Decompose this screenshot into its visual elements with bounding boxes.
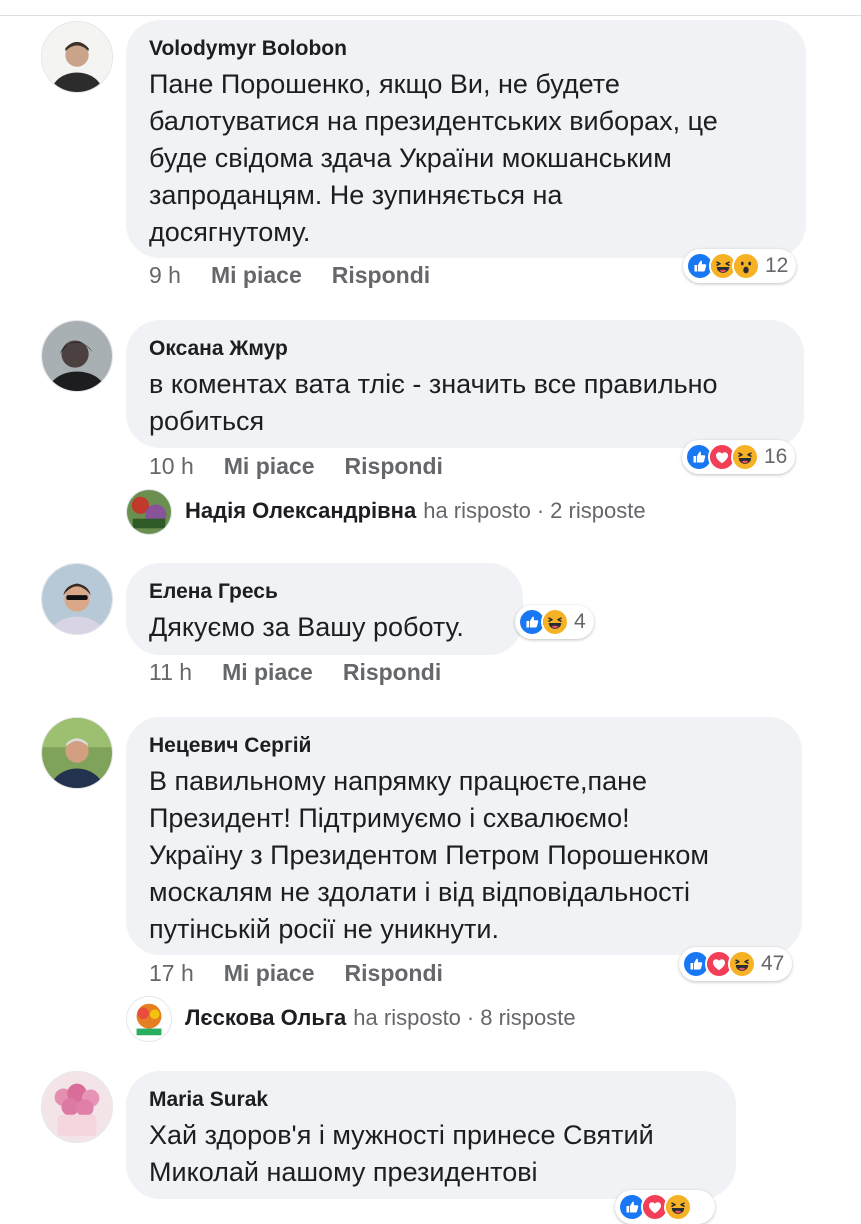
reply-count: 2 risposte xyxy=(550,498,646,523)
comment-author[interactable]: Maria Surak xyxy=(149,1087,712,1113)
top-divider xyxy=(0,15,861,16)
comment-author[interactable]: Оксана Жмур xyxy=(149,336,780,362)
comment-time[interactable]: 10 h xyxy=(149,453,194,480)
comment-bubble: Оксана Жмур в коментах вата тліє - значи… xyxy=(126,320,804,448)
reaction-count: 47 xyxy=(761,952,785,975)
comment-text: в коментах вата тліє - значить все прави… xyxy=(149,369,718,436)
reactions-summary[interactable]: 47 xyxy=(679,947,793,981)
reactions-summary[interactable]: 16 xyxy=(682,440,796,474)
comment-actions: 9 h Mi piace Rispondi xyxy=(149,262,430,289)
comment-time[interactable]: 9 h xyxy=(149,262,181,289)
like-button[interactable]: Mi piace xyxy=(224,453,315,480)
comment-bubble: Volodymyr Bolobon Пане Порошенко, якщо В… xyxy=(126,20,806,258)
comment-bubble: Maria Surak Хай здоров'я і мужності прин… xyxy=(126,1071,736,1199)
avatar[interactable] xyxy=(126,996,172,1042)
view-replies-link[interactable]: Лєскова Ольга ha risposto · 8 risposte xyxy=(185,1005,576,1031)
haha-icon xyxy=(728,950,756,978)
reply-count: 8 risposte xyxy=(480,1005,576,1030)
haha-icon xyxy=(541,608,569,636)
reply-button[interactable]: Rispondi xyxy=(343,659,441,686)
comment-time[interactable]: 17 h xyxy=(149,960,194,987)
comment-actions: 11 h Mi piace Rispondi xyxy=(149,659,441,686)
reply-separator: · xyxy=(536,498,545,523)
reply-button[interactable]: Rispondi xyxy=(345,960,443,987)
comment-bubble: Нецевич Сергій В павильному напрямку пра… xyxy=(126,717,802,955)
reply-author: Надія Олександрівна xyxy=(185,498,417,523)
comment-text: Дякуємо за Вашу роботу. xyxy=(149,612,464,642)
reaction-count: 16 xyxy=(764,445,788,468)
comment-actions: 17 h Mi piace Rispondi xyxy=(149,960,443,987)
wow-icon xyxy=(732,252,760,280)
comment-text: В павильному напрямку працюєте,пане През… xyxy=(149,766,709,944)
reply-separator: · xyxy=(466,1005,475,1030)
haha-icon xyxy=(664,1193,692,1221)
avatar[interactable] xyxy=(41,1071,113,1143)
reaction-count: 4 xyxy=(574,610,586,633)
reactions-summary[interactable]: 4 xyxy=(515,605,594,639)
comment-actions: 10 h Mi piace Rispondi xyxy=(149,453,443,480)
reactions-summary-partial[interactable] xyxy=(615,1190,715,1224)
avatar[interactable] xyxy=(41,563,113,635)
reply-action: ha risposto xyxy=(423,498,531,523)
avatar[interactable] xyxy=(126,489,172,535)
comment-author[interactable]: Елена Гресь xyxy=(149,579,499,605)
comment-author[interactable]: Нецевич Сергій xyxy=(149,733,778,759)
reply-button[interactable]: Rispondi xyxy=(332,262,430,289)
like-button[interactable]: Mi piace xyxy=(224,960,315,987)
avatar[interactable] xyxy=(41,717,113,789)
comment-text: Пане Порошенко, якщо Ви, не будете балот… xyxy=(149,69,718,247)
avatar[interactable] xyxy=(41,320,113,392)
reply-author: Лєскова Ольга xyxy=(185,1005,347,1030)
comment-text: Хай здоров'я і мужності принесе Святий М… xyxy=(149,1120,654,1187)
comment-time[interactable]: 11 h xyxy=(149,659,192,686)
avatar[interactable] xyxy=(41,21,113,93)
comment-author[interactable]: Volodymyr Bolobon xyxy=(149,36,782,62)
reactions-summary[interactable]: 12 xyxy=(683,249,797,283)
like-button[interactable]: Mi piace xyxy=(222,659,313,686)
haha-icon xyxy=(731,443,759,471)
reaction-count: 12 xyxy=(765,254,789,277)
view-replies-link[interactable]: Надія Олександрівна ha risposto · 2 risp… xyxy=(185,498,646,524)
reply-action: ha risposto xyxy=(353,1005,461,1030)
comment-bubble: Елена Гресь Дякуємо за Вашу роботу. xyxy=(126,563,523,655)
like-button[interactable]: Mi piace xyxy=(211,262,302,289)
reply-button[interactable]: Rispondi xyxy=(345,453,443,480)
